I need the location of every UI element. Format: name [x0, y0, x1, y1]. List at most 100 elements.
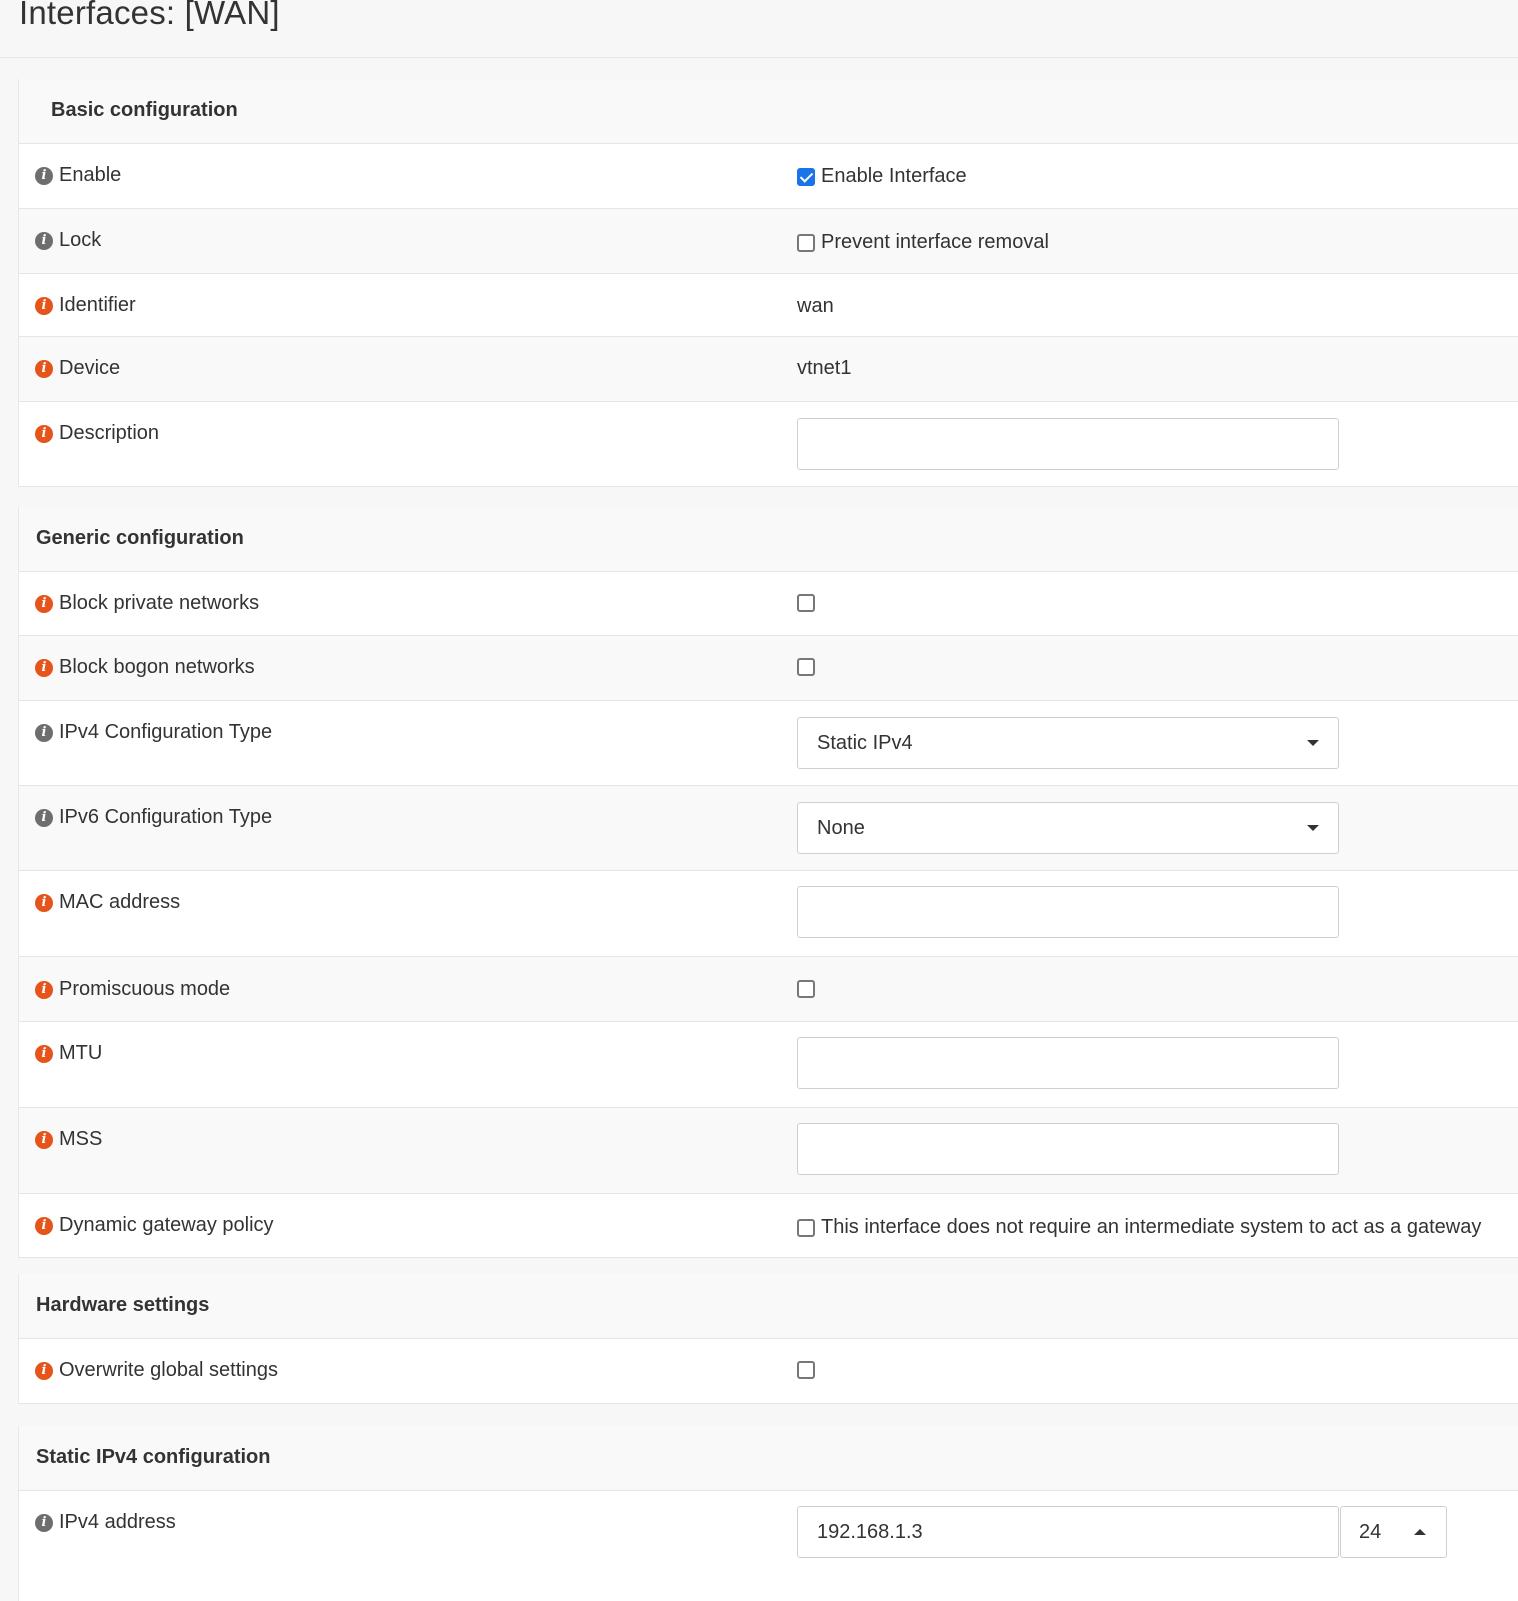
lock-label-text: Lock	[59, 229, 102, 251]
mss-label: i MSS	[35, 1128, 102, 1151]
promiscuous-checkbox[interactable]	[797, 980, 815, 998]
info-icon[interactable]: i	[35, 359, 53, 378]
ipv6-type-label: i IPv6 Configuration Type	[35, 806, 272, 829]
page-header: Interfaces: [WAN]	[0, 0, 1518, 58]
mac-address-input[interactable]	[797, 886, 1339, 938]
enable-interface-checkbox-label: Enable Interface	[821, 165, 967, 187]
prevent-removal-checkbox[interactable]	[797, 233, 815, 252]
section-title: Generic configuration	[36, 527, 244, 549]
chevron-down-icon	[1307, 825, 1319, 831]
prevent-removal-control[interactable]: Prevent interface removal	[797, 231, 1049, 254]
dynamic-gateway-control[interactable]: This interface does not require an inter…	[797, 1216, 1481, 1239]
section-title: Basic configuration	[51, 99, 238, 121]
enable-label-text: Enable	[59, 164, 122, 186]
ipv4-address-row: i IPv4 address 192.168.1.3 24	[19, 1491, 1518, 1601]
overwrite-global-control[interactable]	[797, 1361, 821, 1379]
description-row: i Description	[19, 402, 1518, 487]
enable-interface-checkbox[interactable]	[797, 167, 815, 186]
description-label: i Description	[35, 422, 159, 445]
ipv4-address-input-value: 192.168.1.3	[817, 1521, 923, 1543]
block-private-label: i Block private networks	[35, 592, 259, 615]
info-icon[interactable]: i	[35, 808, 53, 827]
ipv6-type-label-text: IPv6 Configuration Type	[59, 806, 273, 828]
overwrite-global-row: i Overwrite global settings	[19, 1339, 1518, 1404]
dynamic-gateway-checkbox-label: This interface does not require an inter…	[821, 1216, 1482, 1238]
info-icon[interactable]: i	[35, 1044, 53, 1063]
mac-address-label: i MAC address	[35, 891, 180, 914]
block-private-row: i Block private networks	[19, 572, 1518, 636]
mtu-label: i MTU	[35, 1042, 102, 1065]
info-icon[interactable]: i	[35, 594, 53, 613]
device-label-text: Device	[59, 357, 121, 379]
mtu-input[interactable]	[797, 1037, 1339, 1089]
overwrite-global-label-text: Overwrite global settings	[59, 1359, 278, 1381]
section-header: Generic configuration	[19, 507, 1518, 572]
description-input[interactable]	[797, 418, 1339, 470]
mss-row: i MSS	[19, 1108, 1518, 1194]
ipv4-type-row: i IPv4 Configuration Type Static IPv4	[19, 701, 1518, 786]
promiscuous-control[interactable]	[797, 980, 821, 998]
dynamic-gateway-label: i Dynamic gateway policy	[35, 1214, 274, 1237]
generic-configuration-section: Generic configuration i Block private ne…	[18, 507, 1518, 1258]
block-bogon-checkbox[interactable]	[797, 658, 815, 676]
overwrite-global-label: i Overwrite global settings	[35, 1359, 278, 1382]
mtu-row: i MTU	[19, 1022, 1518, 1108]
device-label: i Device	[35, 357, 120, 380]
page-title: Interfaces: [WAN]	[19, 0, 280, 31]
ipv4-address-label-text: IPv4 address	[59, 1511, 176, 1533]
prevent-removal-checkbox-label: Prevent interface removal	[821, 231, 1049, 253]
identifier-label: i Identifier	[35, 294, 136, 317]
lock-label: i Lock	[35, 229, 101, 252]
info-icon[interactable]: i	[35, 424, 53, 443]
info-icon[interactable]: i	[35, 658, 53, 677]
mtu-label-text: MTU	[59, 1042, 103, 1064]
info-icon[interactable]: i	[35, 1130, 53, 1149]
chevron-down-icon	[1307, 740, 1319, 746]
ipv4-type-select[interactable]: Static IPv4	[797, 717, 1339, 769]
enable-label: i Enable	[35, 164, 121, 187]
dynamic-gateway-label-text: Dynamic gateway policy	[59, 1214, 274, 1236]
dynamic-gateway-row: i Dynamic gateway policy This interface …	[19, 1194, 1518, 1258]
section-header: Static IPv4 configuration	[19, 1426, 1518, 1491]
info-icon[interactable]: i	[35, 980, 53, 999]
block-bogon-row: i Block bogon networks	[19, 636, 1518, 701]
info-icon[interactable]: i	[35, 1513, 53, 1532]
info-icon[interactable]: i	[35, 893, 53, 912]
enable-interface-control[interactable]: Enable Interface	[797, 165, 967, 188]
description-label-text: Description	[59, 422, 160, 444]
ipv6-type-select[interactable]: None	[797, 802, 1339, 854]
info-icon[interactable]: i	[35, 296, 53, 315]
info-icon[interactable]: i	[35, 231, 53, 250]
block-bogon-control[interactable]	[797, 658, 821, 676]
ipv4-type-label: i IPv4 Configuration Type	[35, 721, 272, 744]
block-private-control[interactable]	[797, 594, 821, 612]
block-bogon-label-text: Block bogon networks	[59, 656, 255, 678]
promiscuous-label-text: Promiscuous mode	[59, 978, 231, 1000]
block-private-label-text: Block private networks	[59, 592, 260, 614]
ipv4-type-label-text: IPv4 Configuration Type	[59, 721, 273, 743]
info-icon[interactable]: i	[35, 723, 53, 742]
subnet-select[interactable]: 24	[1340, 1506, 1447, 1558]
info-icon[interactable]: i	[35, 166, 53, 185]
info-icon[interactable]: i	[35, 1216, 53, 1235]
promiscuous-label: i Promiscuous mode	[35, 978, 230, 1001]
dynamic-gateway-checkbox[interactable]	[797, 1218, 815, 1237]
identifier-value: wan	[797, 295, 834, 317]
mss-label-text: MSS	[59, 1128, 103, 1150]
block-private-checkbox[interactable]	[797, 594, 815, 612]
mac-address-row: i MAC address	[19, 871, 1518, 957]
ipv4-type-selected: Static IPv4	[817, 732, 913, 754]
enable-row: i Enable Enable Interface	[19, 144, 1518, 209]
subnet-selected: 24	[1359, 1521, 1382, 1543]
identifier-row: i Identifier wan	[19, 274, 1518, 337]
ipv6-type-row: i IPv6 Configuration Type None	[19, 786, 1518, 871]
device-value: vtnet1	[797, 357, 852, 379]
ipv4-address-input[interactable]: 192.168.1.3	[797, 1506, 1339, 1558]
overwrite-global-checkbox[interactable]	[797, 1361, 815, 1379]
promiscuous-row: i Promiscuous mode	[19, 957, 1518, 1022]
chevron-up-icon	[1414, 1529, 1426, 1535]
info-icon[interactable]: i	[35, 1361, 53, 1380]
mss-input[interactable]	[797, 1123, 1339, 1175]
device-row: i Device vtnet1	[19, 337, 1518, 402]
mac-address-label-text: MAC address	[59, 891, 181, 913]
